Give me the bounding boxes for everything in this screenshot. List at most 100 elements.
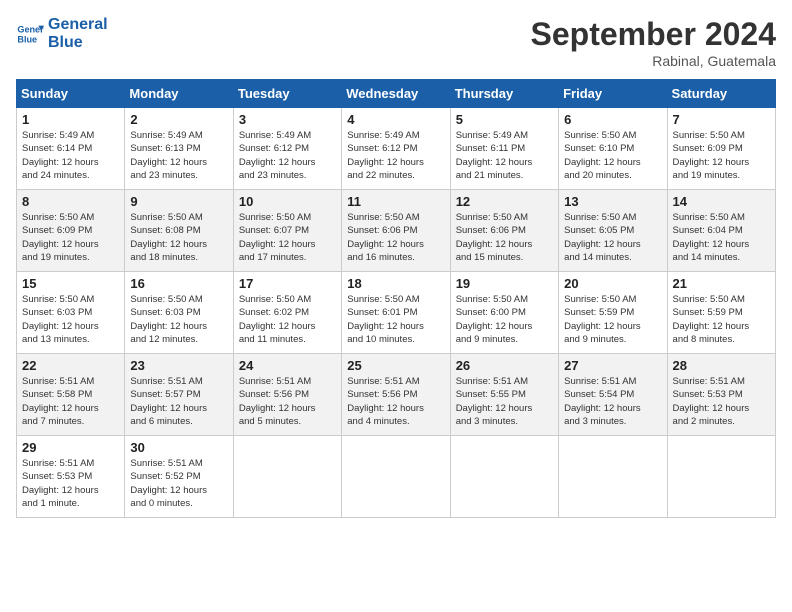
weekday-header-sunday: Sunday — [17, 80, 125, 108]
calendar-cell: 29 Sunrise: 5:51 AM Sunset: 5:53 PM Dayli… — [17, 436, 125, 518]
day-number: 29 — [22, 440, 119, 455]
calendar-cell: 24 Sunrise: 5:51 AM Sunset: 5:56 PM Dayli… — [233, 354, 341, 436]
day-info: Sunrise: 5:50 AM Sunset: 6:01 PM Dayligh… — [347, 293, 444, 346]
calendar-cell: 2Sunrise: 5:49 AM Sunset: 6:13 PM Daylig… — [125, 108, 233, 190]
calendar-cell — [559, 436, 667, 518]
calendar-cell — [233, 436, 341, 518]
week-row-3: 15 Sunrise: 5:50 AM Sunset: 6:03 PM Dayli… — [17, 272, 776, 354]
day-info: Sunrise: 5:50 AM Sunset: 6:04 PM Dayligh… — [673, 211, 770, 264]
day-info: Sunrise: 5:51 AM Sunset: 5:53 PM Dayligh… — [22, 457, 119, 510]
day-number: 8 — [22, 194, 119, 209]
day-number: 17 — [239, 276, 336, 291]
day-number: 6 — [564, 112, 661, 127]
day-info: Sunrise: 5:50 AM Sunset: 6:02 PM Dayligh… — [239, 293, 336, 346]
week-row-1: 1Sunrise: 5:49 AM Sunset: 6:14 PM Daylig… — [17, 108, 776, 190]
day-number: 19 — [456, 276, 553, 291]
day-number: 10 — [239, 194, 336, 209]
day-info: Sunrise: 5:51 AM Sunset: 5:54 PM Dayligh… — [564, 375, 661, 428]
title-block: September 2024 Rabinal, Guatemala — [531, 16, 776, 69]
day-number: 14 — [673, 194, 770, 209]
calendar-cell: 14 Sunrise: 5:50 AM Sunset: 6:04 PM Dayli… — [667, 190, 775, 272]
day-info: Sunrise: 5:50 AM Sunset: 6:09 PM Dayligh… — [22, 211, 119, 264]
logo-icon: General Blue — [16, 20, 44, 48]
day-info: Sunrise: 5:49 AM Sunset: 6:14 PM Dayligh… — [22, 129, 119, 182]
calendar-cell: 16 Sunrise: 5:50 AM Sunset: 6:03 PM Dayli… — [125, 272, 233, 354]
weekday-header-friday: Friday — [559, 80, 667, 108]
day-info: Sunrise: 5:50 AM Sunset: 6:00 PM Dayligh… — [456, 293, 553, 346]
day-number: 28 — [673, 358, 770, 373]
calendar-cell: 9 Sunrise: 5:50 AM Sunset: 6:08 PM Daylig… — [125, 190, 233, 272]
day-number: 27 — [564, 358, 661, 373]
calendar-cell: 23 Sunrise: 5:51 AM Sunset: 5:57 PM Dayli… — [125, 354, 233, 436]
calendar-cell — [450, 436, 558, 518]
day-number: 26 — [456, 358, 553, 373]
calendar-cell: 20Sunrise: 5:50 AM Sunset: 5:59 PM Dayli… — [559, 272, 667, 354]
calendar-cell: 26 Sunrise: 5:51 AM Sunset: 5:55 PM Dayli… — [450, 354, 558, 436]
calendar-cell: 17 Sunrise: 5:50 AM Sunset: 6:02 PM Dayli… — [233, 272, 341, 354]
day-number: 4 — [347, 112, 444, 127]
day-info: Sunrise: 5:51 AM Sunset: 5:57 PM Dayligh… — [130, 375, 227, 428]
day-info: Sunrise: 5:51 AM Sunset: 5:56 PM Dayligh… — [239, 375, 336, 428]
day-number: 25 — [347, 358, 444, 373]
day-info: Sunrise: 5:51 AM Sunset: 5:55 PM Dayligh… — [456, 375, 553, 428]
day-info: Sunrise: 5:50 AM Sunset: 5:59 PM Dayligh… — [673, 293, 770, 346]
day-number: 11 — [347, 194, 444, 209]
calendar-cell: 5 Sunrise: 5:49 AM Sunset: 6:11 PM Daylig… — [450, 108, 558, 190]
logo: General Blue General Blue — [16, 16, 108, 51]
day-number: 30 — [130, 440, 227, 455]
day-info: Sunrise: 5:50 AM Sunset: 6:07 PM Dayligh… — [239, 211, 336, 264]
day-info: Sunrise: 5:50 AM Sunset: 6:03 PM Dayligh… — [22, 293, 119, 346]
day-info: Sunrise: 5:51 AM Sunset: 5:52 PM Dayligh… — [130, 457, 227, 510]
day-info: Sunrise: 5:49 AM Sunset: 6:11 PM Dayligh… — [456, 129, 553, 182]
calendar-cell: 12 Sunrise: 5:50 AM Sunset: 6:06 PM Dayli… — [450, 190, 558, 272]
calendar-cell: 11 Sunrise: 5:50 AM Sunset: 6:06 PM Dayli… — [342, 190, 450, 272]
svg-text:Blue: Blue — [17, 34, 37, 44]
calendar-cell: 19 Sunrise: 5:50 AM Sunset: 6:00 PM Dayli… — [450, 272, 558, 354]
day-number: 18 — [347, 276, 444, 291]
calendar-cell — [342, 436, 450, 518]
day-number: 12 — [456, 194, 553, 209]
logo-general: General — [48, 16, 108, 34]
day-info: Sunrise: 5:50 AM Sunset: 6:03 PM Dayligh… — [130, 293, 227, 346]
day-info: Sunrise: 5:50 AM Sunset: 6:08 PM Dayligh… — [130, 211, 227, 264]
day-info: Sunrise: 5:50 AM Sunset: 6:05 PM Dayligh… — [564, 211, 661, 264]
day-info: Sunrise: 5:51 AM Sunset: 5:58 PM Dayligh… — [22, 375, 119, 428]
day-number: 9 — [130, 194, 227, 209]
calendar-table: SundayMondayTuesdayWednesdayThursdayFrid… — [16, 79, 776, 518]
calendar-cell: 1Sunrise: 5:49 AM Sunset: 6:14 PM Daylig… — [17, 108, 125, 190]
week-row-5: 29 Sunrise: 5:51 AM Sunset: 5:53 PM Dayli… — [17, 436, 776, 518]
weekday-header-thursday: Thursday — [450, 80, 558, 108]
day-number: 16 — [130, 276, 227, 291]
day-info: Sunrise: 5:51 AM Sunset: 5:56 PM Dayligh… — [347, 375, 444, 428]
day-info: Sunrise: 5:49 AM Sunset: 6:13 PM Dayligh… — [130, 129, 227, 182]
weekday-header-monday: Monday — [125, 80, 233, 108]
weekday-header-wednesday: Wednesday — [342, 80, 450, 108]
calendar-cell: 7Sunrise: 5:50 AM Sunset: 6:09 PM Daylig… — [667, 108, 775, 190]
day-number: 15 — [22, 276, 119, 291]
calendar-cell: 3 Sunrise: 5:49 AM Sunset: 6:12 PM Daylig… — [233, 108, 341, 190]
day-info: Sunrise: 5:49 AM Sunset: 6:12 PM Dayligh… — [239, 129, 336, 182]
day-info: Sunrise: 5:50 AM Sunset: 5:59 PM Dayligh… — [564, 293, 661, 346]
location: Rabinal, Guatemala — [531, 53, 776, 69]
calendar-cell: 4 Sunrise: 5:49 AM Sunset: 6:12 PM Daylig… — [342, 108, 450, 190]
calendar-cell: 18 Sunrise: 5:50 AM Sunset: 6:01 PM Dayli… — [342, 272, 450, 354]
calendar-cell: 21Sunrise: 5:50 AM Sunset: 5:59 PM Dayli… — [667, 272, 775, 354]
weekday-header-saturday: Saturday — [667, 80, 775, 108]
day-info: Sunrise: 5:51 AM Sunset: 5:53 PM Dayligh… — [673, 375, 770, 428]
day-info: Sunrise: 5:50 AM Sunset: 6:06 PM Dayligh… — [456, 211, 553, 264]
day-number: 23 — [130, 358, 227, 373]
calendar-cell: 10 Sunrise: 5:50 AM Sunset: 6:07 PM Dayli… — [233, 190, 341, 272]
day-number: 3 — [239, 112, 336, 127]
week-row-2: 8 Sunrise: 5:50 AM Sunset: 6:09 PM Daylig… — [17, 190, 776, 272]
week-row-4: 22Sunrise: 5:51 AM Sunset: 5:58 PM Dayli… — [17, 354, 776, 436]
day-info: Sunrise: 5:50 AM Sunset: 6:06 PM Dayligh… — [347, 211, 444, 264]
calendar-cell: 6Sunrise: 5:50 AM Sunset: 6:10 PM Daylig… — [559, 108, 667, 190]
day-info: Sunrise: 5:50 AM Sunset: 6:09 PM Dayligh… — [673, 129, 770, 182]
logo-blue: Blue — [48, 34, 108, 52]
day-number: 5 — [456, 112, 553, 127]
day-info: Sunrise: 5:49 AM Sunset: 6:12 PM Dayligh… — [347, 129, 444, 182]
page-header: General Blue General Blue September 2024… — [16, 16, 776, 69]
weekday-header-row: SundayMondayTuesdayWednesdayThursdayFrid… — [17, 80, 776, 108]
day-number: 24 — [239, 358, 336, 373]
calendar-cell — [667, 436, 775, 518]
